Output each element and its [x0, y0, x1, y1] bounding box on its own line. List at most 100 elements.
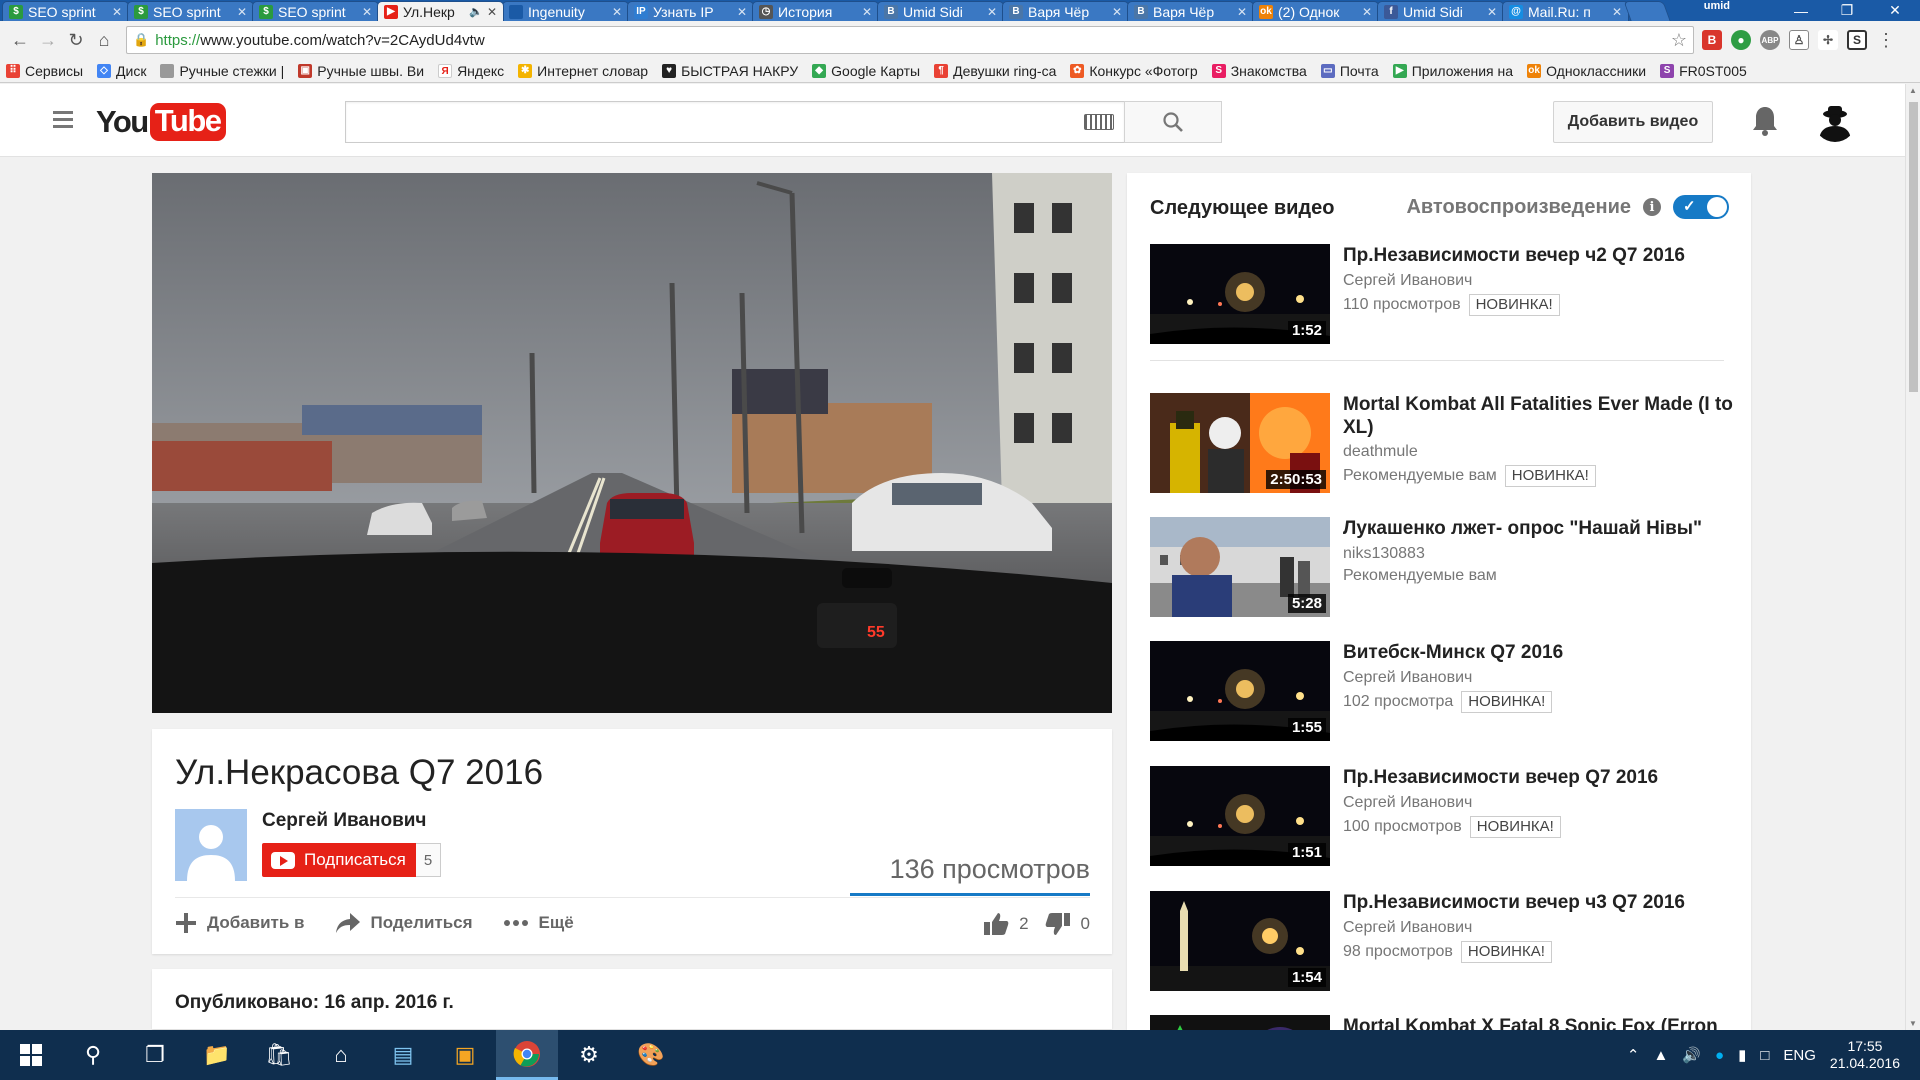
youtube-logo[interactable]: You Tube [96, 103, 226, 141]
video-thumbnail[interactable]: 1:52 [1150, 244, 1330, 344]
related-video-channel[interactable]: deathmule [1343, 443, 1418, 461]
close-tab-icon[interactable]: ✕ [487, 5, 497, 19]
back-arrow-icon[interactable]: ← [6, 26, 34, 54]
app-icon[interactable]: ▣ [434, 1030, 496, 1080]
extensions-puzzle-icon[interactable]: ✢ [1818, 30, 1838, 50]
reload-icon[interactable]: ↻ [62, 26, 90, 54]
browser-tab[interactable]: ▶ Ул.Некр 🔈 ✕ [377, 1, 504, 21]
scrollbar-thumb[interactable] [1909, 102, 1918, 392]
new-tab-button[interactable] [1623, 1, 1671, 21]
close-tab-icon[interactable]: ✕ [1112, 5, 1122, 19]
related-video-title[interactable]: Mortal Kombat All Fatalities Ever Made (… [1343, 393, 1733, 439]
task-view-icon[interactable]: ❐ [124, 1030, 186, 1080]
browser-tab[interactable]: B Варя Чёр ✕ [1002, 1, 1129, 21]
related-video-title[interactable]: Пр.Независимости вечер Q7 2016 [1343, 766, 1733, 789]
related-video-item[interactable]: 2:50:53 Mortal Kombat All Fatalities Ever… [1150, 393, 1733, 493]
bookmark-item[interactable]: S Знакомства [1211, 63, 1307, 79]
bookmark-item[interactable]: Ручные стежки | [160, 63, 284, 79]
related-video-item[interactable]: 1:52 Пр.Независимости вечер ч2 Q7 2016 Сер… [1150, 244, 1730, 344]
extension-s-icon[interactable]: S [1847, 30, 1867, 50]
bookmark-item[interactable]: ✱ Интернет словар [518, 63, 648, 79]
close-tab-icon[interactable]: ✕ [1362, 5, 1372, 19]
chrome-icon[interactable] [496, 1030, 558, 1080]
related-video-item[interactable]: 1:54 Пр.Независимости вечер ч3 Q7 2016 Сер… [1150, 891, 1730, 991]
related-video-item[interactable]: 5:28 Лукашенко лжет- опрос "Нашай Нівы" ni… [1150, 517, 1730, 617]
restore-icon[interactable]: ❐ [1824, 0, 1870, 21]
tray-chevron-icon[interactable]: ⌃ [1627, 1046, 1640, 1064]
chrome-menu-icon[interactable]: ⋮ [1877, 30, 1895, 51]
bookmark-item[interactable]: ♥ БЫСТРАЯ НАКРУ [662, 63, 798, 79]
bookmark-item[interactable]: ¶ Девушки ring-ca [934, 63, 1056, 79]
close-tab-icon[interactable]: ✕ [237, 5, 247, 19]
page-scrollbar[interactable]: ▲ ▼ [1905, 84, 1920, 1030]
dislike-button[interactable]: 0 [1045, 912, 1090, 936]
forward-arrow-icon[interactable]: → [34, 26, 62, 54]
keyboard-icon[interactable] [1084, 114, 1114, 130]
related-video-title[interactable]: Лукашенко лжет- опрос "Нашай Нівы" [1343, 517, 1733, 540]
more-button[interactable]: Ещё [503, 913, 574, 933]
battery-icon[interactable]: ▮ [1738, 1046, 1746, 1064]
volume-icon[interactable]: 🔊 [1682, 1046, 1701, 1064]
close-tab-icon[interactable]: ✕ [1612, 5, 1622, 19]
add-to-button[interactable]: Добавить в [175, 912, 305, 934]
browser-tab[interactable]: IP Узнать IP ✕ [627, 1, 754, 21]
close-tab-icon[interactable]: ✕ [612, 5, 622, 19]
video-player[interactable]: 55 [152, 173, 1112, 713]
autoplay-toggle[interactable] [1673, 195, 1729, 219]
adblock-icon[interactable]: ABP [1760, 30, 1780, 50]
search-icon[interactable]: ⚲ [62, 1030, 124, 1080]
browser-tab[interactable]: B Umid Sidi ✕ [877, 1, 1004, 21]
video-thumbnail[interactable] [1150, 1015, 1330, 1030]
home-app-icon[interactable]: ⌂ [310, 1030, 372, 1080]
file-explorer-icon[interactable]: 📁 [186, 1030, 248, 1080]
close-tab-icon[interactable]: ✕ [362, 5, 372, 19]
upload-video-button[interactable]: Добавить видео [1553, 101, 1713, 143]
bookmark-item[interactable]: S FR0ST005 [1660, 63, 1747, 79]
search-input[interactable] [345, 101, 1124, 143]
audio-playing-icon[interactable]: 🔈 [469, 5, 483, 18]
related-video-item[interactable]: Mortal Kombat X Fatal 8 Sonic Fox (Erron [1150, 1015, 1730, 1030]
browser-tab[interactable]: ok (2) Однок ✕ [1252, 1, 1379, 21]
close-tab-icon[interactable]: ✕ [737, 5, 747, 19]
bookmark-item[interactable]: ▭ Почта [1320, 63, 1379, 79]
network-icon[interactable]: ▲ [1653, 1047, 1668, 1064]
close-tab-icon[interactable]: ✕ [112, 5, 122, 19]
extension-b-icon[interactable]: B [1702, 30, 1722, 50]
bookmark-item[interactable]: ⠿ Сервисы [6, 63, 83, 79]
subscribe-button[interactable]: Подписаться [262, 843, 416, 877]
bookmark-item[interactable]: Я Яндекс [438, 63, 504, 79]
language-indicator[interactable]: ENG [1783, 1047, 1816, 1064]
browser-tab[interactable]: $ SEO sprint ✕ [127, 1, 254, 21]
browser-tab[interactable]: B Варя Чёр ✕ [1127, 1, 1254, 21]
related-video-item[interactable]: 1:55 Витебск-Минск Q7 2016 Сергей Иванович… [1150, 641, 1730, 741]
notifications-icon[interactable]: □ [1760, 1047, 1769, 1064]
browser-tab[interactable]: f Umid Sidi ✕ [1377, 1, 1504, 21]
bookmark-item[interactable]: ▶ Приложения на [1392, 63, 1513, 79]
related-video-title[interactable]: Mortal Kombat X Fatal 8 Sonic Fox (Erron [1343, 1015, 1733, 1030]
browser-tab[interactable]: $ SEO sprint ✕ [252, 1, 379, 21]
close-tab-icon[interactable]: ✕ [987, 5, 997, 19]
related-video-channel[interactable]: Сергей Иванович [1343, 919, 1472, 937]
skype-icon[interactable]: ● [1715, 1047, 1724, 1064]
video-thumbnail[interactable]: 1:55 [1150, 641, 1330, 741]
bookmark-star-icon[interactable]: ☆ [1671, 30, 1687, 51]
store-icon[interactable]: 🛍 [248, 1030, 310, 1080]
video-thumbnail[interactable]: 2:50:53 [1150, 393, 1330, 493]
notifications-bell-icon[interactable] [1750, 104, 1780, 138]
related-video-title[interactable]: Пр.Независимости вечер ч2 Q7 2016 [1343, 244, 1733, 267]
bookmark-item[interactable]: ▣ Ручные швы. Ви [298, 63, 424, 79]
address-bar[interactable]: 🔒 https://www.youtube.com/watch?v=2CAydU… [126, 26, 1694, 54]
browser-tab[interactable]: Ingenuity ✕ [502, 1, 629, 21]
info-icon[interactable]: i [1643, 198, 1661, 216]
home-icon[interactable]: ⌂ [90, 26, 118, 54]
related-video-channel[interactable]: Сергей Иванович [1343, 669, 1472, 687]
minimize-icon[interactable]: — [1778, 0, 1824, 21]
related-video-title[interactable]: Витебск-Минск Q7 2016 [1343, 641, 1733, 664]
related-video-channel[interactable]: niks130883 [1343, 545, 1425, 563]
browser-tab[interactable]: @ Mail.Ru: п ✕ [1502, 1, 1629, 21]
account-avatar[interactable] [1814, 100, 1856, 142]
paint-icon[interactable]: 🎨 [620, 1030, 682, 1080]
extension-green-icon[interactable]: ● [1731, 30, 1751, 50]
windows-start-icon[interactable] [0, 1030, 62, 1080]
video-thumbnail[interactable]: 1:54 [1150, 891, 1330, 991]
